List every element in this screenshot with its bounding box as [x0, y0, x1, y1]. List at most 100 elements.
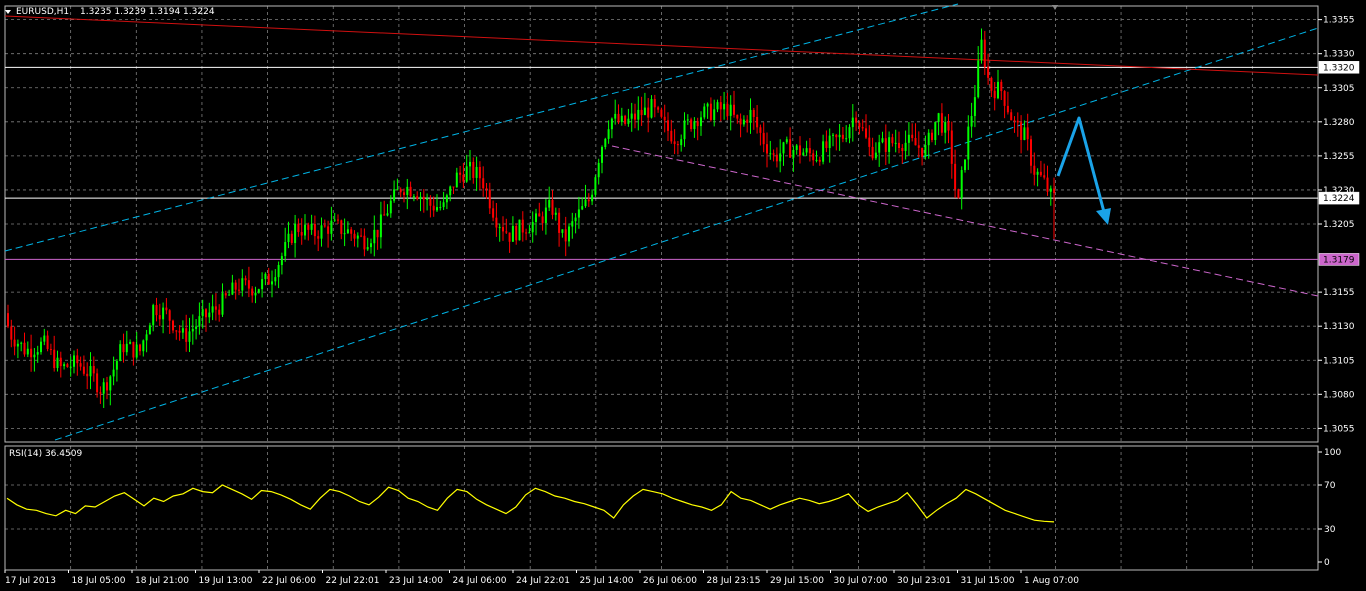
candle-bull: [528, 232, 531, 234]
candle-bull: [782, 142, 785, 154]
candle-bull: [188, 331, 191, 342]
candle-bear: [99, 392, 102, 394]
candle-bear: [13, 339, 16, 347]
candle-bull: [614, 113, 617, 119]
candle-bear: [132, 341, 135, 358]
candle-bear: [772, 153, 775, 155]
candle-bull: [261, 279, 264, 290]
candle-bear: [640, 109, 643, 116]
candle-bear: [76, 355, 79, 364]
candle-bull: [805, 148, 808, 153]
candle-bear: [82, 366, 85, 374]
candle-bear: [505, 231, 508, 233]
time-tick-label: 30 Jul 23:01: [897, 576, 951, 586]
candle-bear: [808, 148, 811, 154]
candle-bear: [247, 280, 250, 289]
candle-bear: [165, 307, 168, 311]
candle-bull: [221, 293, 224, 315]
candle-bear: [472, 161, 475, 178]
candle-bear: [647, 107, 650, 118]
candle-bull: [604, 138, 607, 148]
candle-bear: [234, 282, 237, 290]
candle-bear: [541, 216, 544, 224]
candle-bear: [96, 373, 99, 393]
candle-bear: [350, 229, 353, 234]
chart-canvas[interactable]: 1.33551.33301.33051.32801.32551.32301.32…: [0, 0, 1366, 591]
candle-bull: [1023, 127, 1026, 140]
candle-bull: [779, 153, 782, 162]
candle-bull: [706, 103, 709, 107]
candle-bull: [125, 343, 128, 353]
candle-bear: [835, 134, 838, 138]
candle-bear: [746, 119, 749, 123]
candle-bull: [412, 196, 415, 198]
candle-bear: [987, 66, 990, 78]
candle-bull: [102, 382, 105, 394]
candle-bull: [607, 129, 610, 139]
candle-bull: [346, 229, 349, 234]
candle-bear: [855, 117, 858, 123]
candle-bull: [109, 376, 112, 391]
candle-bear: [30, 348, 33, 358]
candle-bear: [337, 219, 339, 221]
rsi-tick-label: 100: [1324, 448, 1341, 458]
candle-bull: [294, 223, 297, 244]
candle-bull: [601, 147, 603, 163]
candle-bear: [168, 310, 171, 321]
candle-bear: [670, 130, 673, 142]
candle-bull: [20, 342, 23, 344]
candle-bull: [115, 360, 118, 370]
candle-bear: [317, 236, 320, 239]
level-price-tag-label: 1.3224: [1323, 194, 1355, 204]
candle-bull: [333, 219, 336, 221]
candle-bear: [739, 118, 742, 125]
candle-bull: [198, 316, 201, 327]
time-tick-label: 22 Jul 06:00: [262, 576, 316, 586]
candle-bull: [320, 225, 323, 239]
time-tick-label: 18 Jul 21:00: [135, 576, 189, 586]
candle-bear: [891, 137, 894, 144]
candle-bull: [577, 209, 580, 218]
candle-bear: [224, 293, 227, 296]
candle-bear: [86, 373, 89, 377]
candle-bear: [238, 289, 240, 291]
candle-bear: [911, 134, 914, 139]
candle-bull: [964, 159, 966, 171]
candle-bear: [1006, 105, 1009, 113]
candle-bear: [726, 103, 729, 116]
candle-bear: [492, 208, 495, 218]
time-tick-label: 22 Jul 22:01: [326, 576, 380, 586]
candle-bull: [145, 334, 148, 341]
time-tick-label: 31 Jul 15:00: [961, 576, 1015, 586]
candle-bull: [254, 292, 257, 296]
candle-bear: [667, 120, 669, 131]
symbol-label: EURUSD,H1: [16, 7, 69, 17]
candle-bear: [752, 109, 755, 118]
candle-bear: [122, 344, 125, 353]
candle-bear: [478, 166, 481, 179]
candle-bear: [376, 229, 379, 238]
candle-bull: [997, 81, 999, 99]
candle-bear: [663, 116, 666, 121]
candle-bear: [1010, 112, 1013, 121]
candle-bull: [148, 325, 151, 335]
time-tick-label: 29 Jul 15:00: [770, 576, 824, 586]
candle-bull: [548, 200, 551, 208]
time-tick-label: 26 Jul 06:00: [643, 576, 697, 586]
candle-bull: [264, 273, 267, 280]
candle-bull: [924, 145, 927, 157]
candle-bull: [442, 202, 445, 208]
candle-bull: [907, 134, 910, 143]
candle-bear: [462, 174, 465, 182]
candle-bear: [459, 172, 462, 175]
candle-bull: [181, 328, 184, 333]
candle-bear: [736, 114, 739, 119]
candle-bull: [544, 207, 547, 224]
level-price-tag-label: 1.3320: [1323, 63, 1355, 73]
candle-bull: [89, 366, 92, 377]
candle-bull: [785, 139, 788, 143]
candle-bear: [172, 320, 174, 331]
candle-bull: [280, 256, 283, 265]
candle-bear: [313, 223, 316, 237]
candle-bull: [881, 138, 884, 143]
